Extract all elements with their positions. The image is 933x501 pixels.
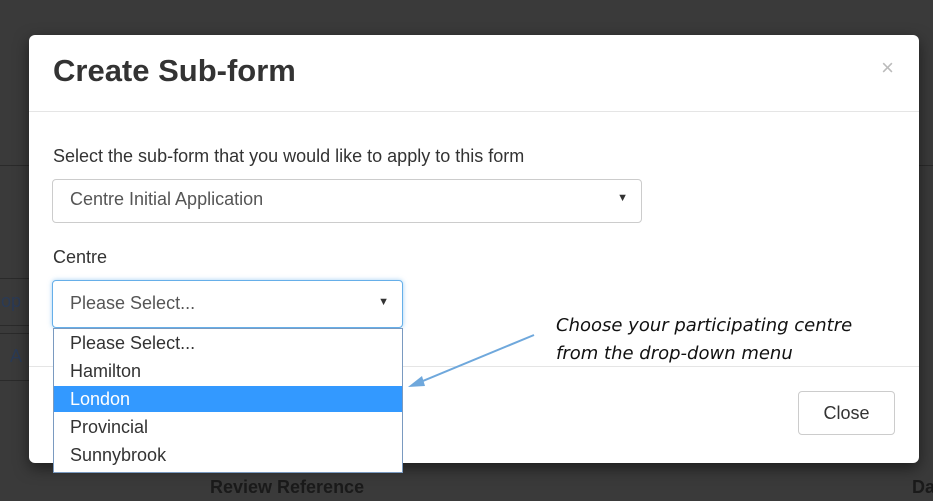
centre-label: Centre: [53, 247, 108, 267]
chevron-down-icon: ▼: [617, 192, 628, 204]
centre-dropdown-list: Please Select... Hamilton London Provinc…: [53, 328, 403, 473]
bg-column-heading-right: Da: [912, 477, 933, 497]
modal-title: Create Sub-form: [53, 53, 296, 88]
annotation-callout: Choose your participating centre from th…: [556, 312, 896, 368]
subform-select-value: Centre Initial Application: [70, 189, 264, 209]
bg-divider-top: [0, 165, 29, 166]
dropdown-option-london[interactable]: London: [54, 386, 402, 412]
chevron-down-icon: ▼: [378, 296, 389, 308]
bg-column-heading: Review Reference: [210, 477, 365, 497]
subform-label: Select the sub-form that you would like …: [53, 146, 525, 166]
bg-text-fragment-1: op: [1, 291, 22, 311]
modal-header: Create Sub-form ×: [29, 35, 919, 112]
dropdown-option-please-select[interactable]: Please Select...: [54, 330, 402, 356]
dropdown-option-hamilton[interactable]: Hamilton: [54, 358, 402, 384]
close-button[interactable]: Close: [798, 391, 895, 435]
dropdown-option-sunnybrook[interactable]: Sunnybrook: [54, 442, 402, 468]
annotation-arrow-icon: [408, 334, 535, 387]
dropdown-option-provincial[interactable]: Provincial: [54, 414, 402, 440]
centre-select[interactable]: Please Select... ▼: [52, 280, 403, 328]
bg-text-fragment-2: A: [10, 346, 23, 366]
annotation-line-1: Choose your participating centre: [556, 315, 853, 336]
subform-select[interactable]: Centre Initial Application ▼: [52, 179, 642, 223]
annotation-line-2: from the drop-down menu: [556, 343, 793, 364]
close-icon[interactable]: ×: [881, 57, 894, 79]
centre-select-value: Please Select...: [70, 293, 196, 313]
bg-divider-right: [919, 165, 933, 166]
